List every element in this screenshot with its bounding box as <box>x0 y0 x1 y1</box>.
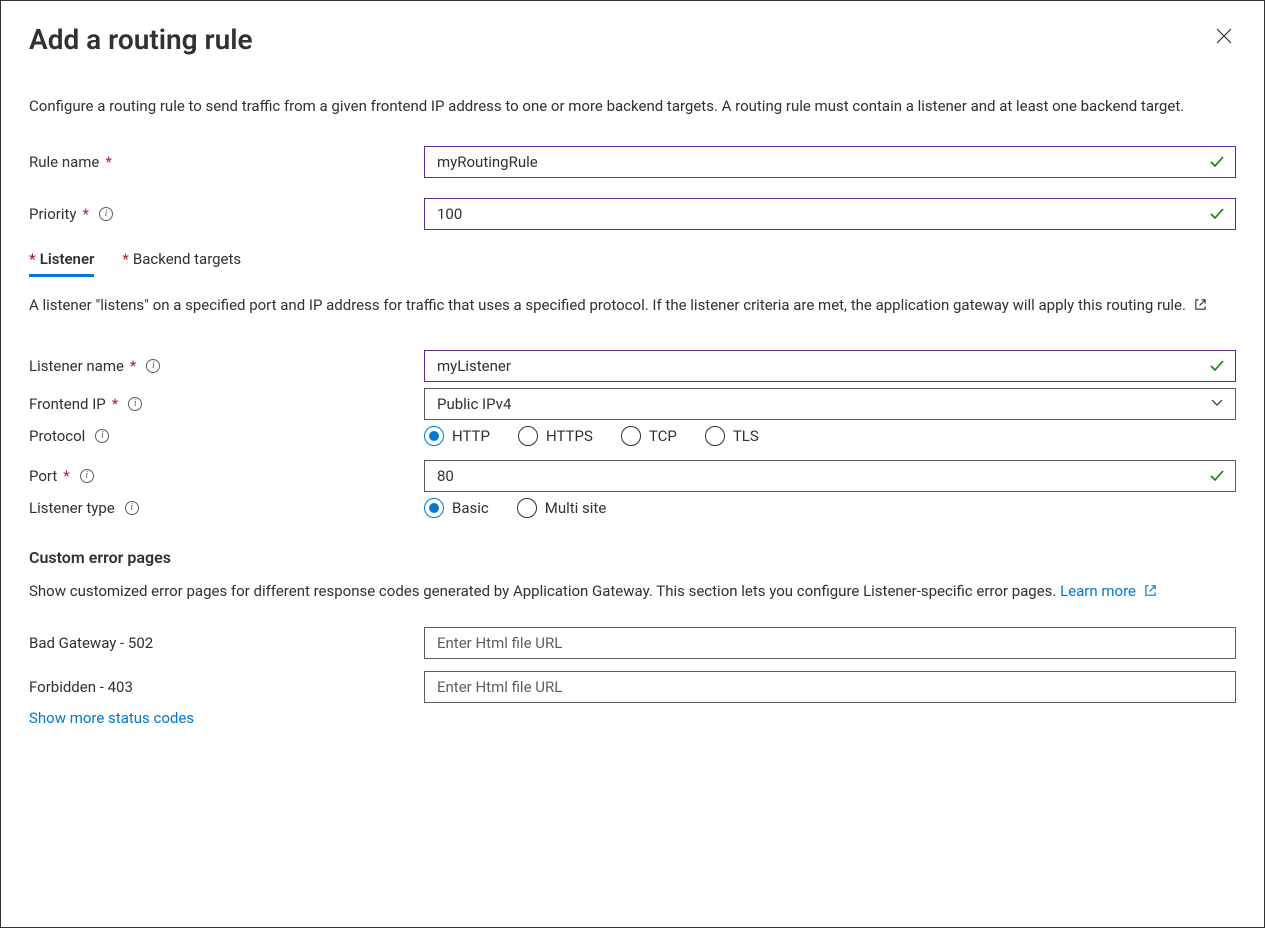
custom-error-description: Show customized error pages for differen… <box>29 581 1236 604</box>
label-protocol: Protocol i <box>29 427 424 445</box>
forbidden-url-input[interactable] <box>424 671 1236 703</box>
close-icon <box>1216 28 1232 44</box>
panel-header: Add a routing rule <box>29 23 1236 56</box>
label-priority: Priority * i <box>29 205 424 223</box>
info-icon[interactable]: i <box>146 359 160 373</box>
required-indicator: * <box>29 250 36 268</box>
label-listener-type: Listener type i <box>29 499 424 517</box>
required-indicator: * <box>112 395 118 413</box>
protocol-radio-tcp[interactable]: TCP <box>621 426 677 446</box>
label-port: Port * i <box>29 467 424 485</box>
row-frontend-ip: Frontend IP * i Public IPv4 <box>29 388 1236 420</box>
tab-backend-targets[interactable]: * Backend targets <box>122 250 241 277</box>
label-listener-name: Listener name * i <box>29 357 424 375</box>
protocol-radio-group: HTTP HTTPS TCP TLS <box>424 426 1236 446</box>
row-forbidden: Forbidden - 403 <box>29 671 1236 703</box>
learn-more-link[interactable]: Learn more <box>1060 582 1157 600</box>
listener-tab-description: A listener "listens" on a specified port… <box>29 295 1236 318</box>
frontend-ip-value: Public IPv4 <box>437 395 511 413</box>
tab-backend-label: Backend targets <box>133 250 241 268</box>
listener-type-radio-multi[interactable]: Multi site <box>517 498 607 518</box>
row-listener-name: Listener name * i <box>29 350 1236 382</box>
protocol-radio-tls[interactable]: TLS <box>705 426 759 446</box>
info-icon[interactable]: i <box>125 501 139 515</box>
label-bad-gateway: Bad Gateway - 502 <box>29 634 424 652</box>
panel-title: Add a routing rule <box>29 23 253 56</box>
close-button[interactable] <box>1212 23 1236 51</box>
show-more-status-codes-link[interactable]: Show more status codes <box>29 709 1236 727</box>
row-listener-type: Listener type i Basic Multi site <box>29 498 1236 518</box>
panel-description: Configure a routing rule to send traffic… <box>29 96 1236 118</box>
external-link-icon <box>1144 582 1157 604</box>
label-rule-name: Rule name * <box>29 153 424 171</box>
required-indicator: * <box>130 357 136 375</box>
required-indicator: * <box>122 250 128 268</box>
row-rule-name: Rule name * <box>29 146 1236 178</box>
row-priority: Priority * i <box>29 198 1236 230</box>
info-icon[interactable]: i <box>99 207 113 221</box>
custom-error-heading: Custom error pages <box>29 548 1236 567</box>
info-icon[interactable]: i <box>95 429 109 443</box>
port-input[interactable] <box>424 460 1236 492</box>
routing-rule-panel: Add a routing rule Configure a routing r… <box>0 0 1265 928</box>
external-link-icon[interactable] <box>1194 296 1207 318</box>
label-frontend-ip: Frontend IP * i <box>29 395 424 413</box>
required-indicator: * <box>105 153 111 171</box>
label-forbidden: Forbidden - 403 <box>29 678 424 696</box>
required-indicator: * <box>63 467 69 485</box>
priority-input[interactable] <box>424 198 1236 230</box>
row-port: Port * i <box>29 460 1236 492</box>
info-icon[interactable]: i <box>80 469 94 483</box>
tab-listener[interactable]: * Listener <box>29 250 94 277</box>
required-indicator: * <box>82 205 88 223</box>
listener-name-input[interactable] <box>424 350 1236 382</box>
listener-type-radio-group: Basic Multi site <box>424 498 1236 518</box>
tabs: * Listener * Backend targets <box>29 250 1236 277</box>
frontend-ip-select[interactable]: Public IPv4 <box>424 388 1236 420</box>
tab-listener-label: Listener <box>40 250 95 268</box>
listener-type-radio-basic[interactable]: Basic <box>424 498 489 518</box>
bad-gateway-url-input[interactable] <box>424 627 1236 659</box>
protocol-radio-http[interactable]: HTTP <box>424 426 490 446</box>
row-bad-gateway: Bad Gateway - 502 <box>29 627 1236 659</box>
rule-name-input[interactable] <box>424 146 1236 178</box>
row-protocol: Protocol i HTTP HTTPS TCP TLS <box>29 426 1236 446</box>
info-icon[interactable]: i <box>128 397 142 411</box>
protocol-radio-https[interactable]: HTTPS <box>518 426 593 446</box>
